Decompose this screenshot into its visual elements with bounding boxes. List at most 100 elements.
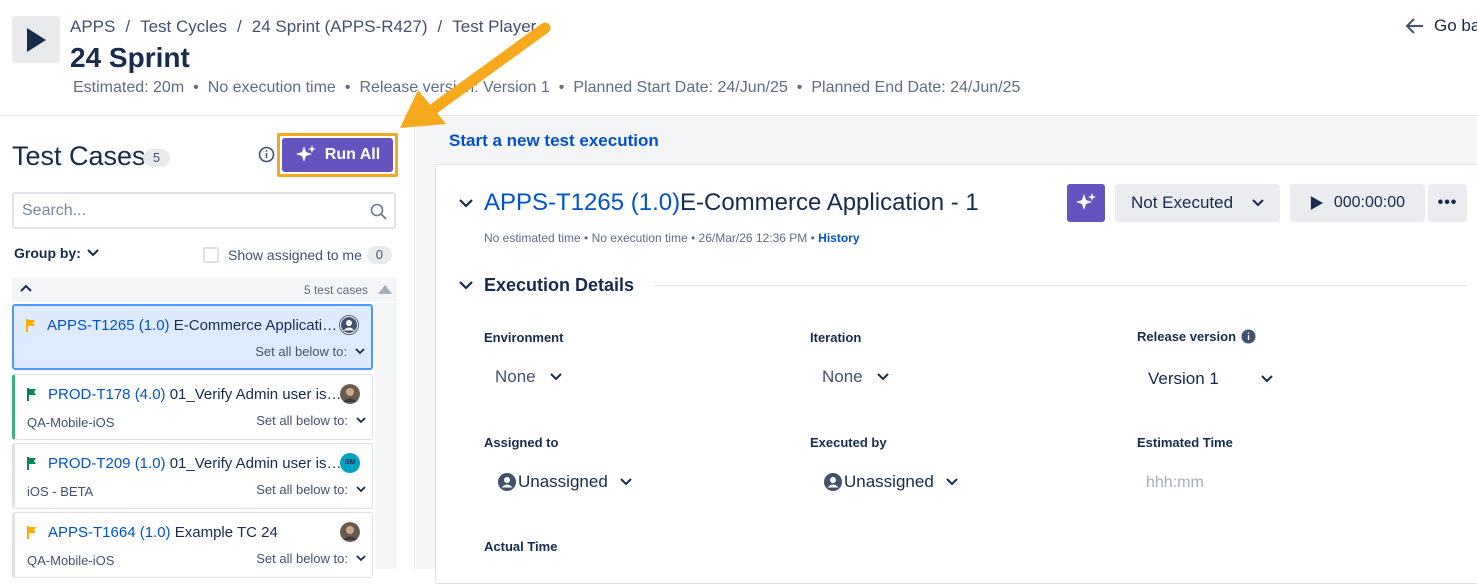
info-filled-icon[interactable] <box>1241 329 1256 344</box>
chevron-down-icon <box>87 249 99 257</box>
chevron-down-icon <box>356 417 366 424</box>
test-case-name: E-Commerce Application - 1 <box>173 317 342 334</box>
test-player-icon <box>12 16 60 63</box>
no-estimated-time: No estimated time <box>484 231 581 245</box>
execution-area: Start a new test execution APPS-T1265 (1… <box>416 117 1477 584</box>
set-all-below-dropdown[interactable]: Set all below to: <box>256 551 366 566</box>
chevron-down-icon <box>355 348 365 355</box>
breadcrumb-cycle[interactable]: 24 Sprint (APPS-R427) <box>252 17 428 36</box>
test-case-name: 01_Verify Admin user is able to login <box>169 386 343 403</box>
sparkle-icon <box>1076 193 1096 210</box>
set-all-below-dropdown[interactable]: Set all below to: <box>255 344 365 359</box>
test-case-key[interactable]: APPS-T1265 (1.0) <box>47 317 170 334</box>
go-back-label: Go ba <box>1434 16 1477 35</box>
scroll-up-arrow[interactable] <box>378 285 392 294</box>
environment-value: None <box>495 367 536 386</box>
set-all-below-dropdown[interactable]: Set all below to: <box>256 482 366 497</box>
environment-label: Environment <box>484 330 564 345</box>
actual-time-label: Actual Time <box>484 539 558 554</box>
execution-test-key[interactable]: APPS-T1265 (1.0) <box>484 189 680 217</box>
test-case-card[interactable]: APPS-T1265 (1.0) E-Commerce Application … <box>12 304 373 370</box>
execution-test-name: E-Commerce Application - 1 <box>680 189 979 216</box>
play-icon <box>1310 196 1323 210</box>
timer-value: 000:00:00 <box>1333 194 1405 211</box>
test-case-title: PROD-T209 (1.0) 01_Verify Admin user is … <box>48 455 343 472</box>
test-case-name: Example TC 24 <box>174 524 278 541</box>
test-case-environment: QA-Mobile-iOS <box>27 553 115 568</box>
search-box <box>12 192 396 229</box>
chevron-up-icon[interactable] <box>20 284 32 292</box>
chevron-down-icon <box>356 555 366 562</box>
no-execution-time: No execution time <box>591 231 688 245</box>
group-by-dropdown[interactable]: Group by: <box>14 245 99 261</box>
planned-end-meta: Planned End Date: 24/Jun/25 <box>811 79 1021 96</box>
run-all-label: Run All <box>324 146 381 163</box>
test-case-title: APPS-T1265 (1.0) E-Commerce Application … <box>47 317 342 334</box>
test-case-environment: QA-Mobile-iOS <box>27 415 115 430</box>
environment-select[interactable]: None <box>495 367 562 387</box>
chevron-down-icon <box>549 373 562 381</box>
user-avatar-icon <box>340 384 360 404</box>
page-header: APPS / Test Cycles/24 Sprint (APPS-R427) / T… <box>0 0 1477 116</box>
test-case-key[interactable]: PROD-T178 (4.0) <box>48 386 166 403</box>
release-version-select[interactable]: Version 1 <box>1148 369 1273 389</box>
user-avatar-icon <box>339 315 359 335</box>
page-title: 24 Sprint <box>70 42 190 73</box>
run-all-button[interactable]: Run All <box>282 138 393 172</box>
test-case-key[interactable]: PROD-T209 (1.0) <box>48 455 166 472</box>
timer-button[interactable]: 000:00:00 <box>1290 184 1425 222</box>
planned-start-meta: Planned Start Date: 24/Jun/25 <box>573 79 788 96</box>
iteration-select[interactable]: None <box>822 367 889 387</box>
search-input[interactable] <box>22 194 362 227</box>
list-scrollbar[interactable] <box>375 303 397 569</box>
chevron-down-icon[interactable] <box>459 281 473 290</box>
flag-icon <box>27 388 36 401</box>
execution-meta: No estimated time • No execution time • … <box>484 231 860 245</box>
test-cases-count-badge: 5 <box>143 149 170 167</box>
user-avatar-initials: SM <box>340 453 360 473</box>
release-version-value: Version 1 <box>1148 369 1219 388</box>
breadcrumb-test-cycles[interactable]: Test Cycles <box>140 17 227 36</box>
test-case-title: APPS-T1664 (1.0) Example TC 24 <box>48 524 343 541</box>
start-new-execution-link[interactable]: Start a new test execution <box>449 131 659 151</box>
info-icon[interactable] <box>258 146 275 163</box>
flag-icon <box>27 526 36 539</box>
set-all-label: Set all below to: <box>256 413 348 428</box>
show-assigned-checkbox[interactable] <box>203 247 219 263</box>
execution-card: APPS-T1265 (1.0) E-Commerce Application … <box>435 164 1477 584</box>
assigned-to-select[interactable]: Unassigned <box>498 472 632 492</box>
assigned-count-badge: 0 <box>366 246 392 264</box>
test-case-card[interactable]: PROD-T178 (4.0) 01_Verify Admin user is … <box>12 374 373 440</box>
executed-by-select[interactable]: Unassigned <box>824 472 958 492</box>
list-count: 5 test cases <box>303 283 368 297</box>
test-case-card[interactable]: PROD-T209 (1.0) 01_Verify Admin user is … <box>12 443 373 509</box>
release-version-label-text: Release version <box>1137 329 1237 344</box>
show-assigned-toggle: Show assigned to me 0 <box>203 246 392 264</box>
assigned-to-label: Assigned to <box>484 435 559 450</box>
go-back-button[interactable]: Go ba <box>1406 16 1477 36</box>
search-icon <box>370 203 387 220</box>
user-icon <box>498 473 516 491</box>
estimated-time-input[interactable]: hhh:mm <box>1146 474 1204 492</box>
test-case-key[interactable]: APPS-T1664 (1.0) <box>48 524 171 541</box>
set-all-below-dropdown[interactable]: Set all below to: <box>256 413 366 428</box>
breadcrumb-project[interactable]: APPS <box>70 17 115 36</box>
execution-details-title: Execution Details <box>484 275 635 295</box>
history-link[interactable]: History <box>818 231 859 245</box>
chevron-down-icon <box>620 478 632 486</box>
group-by-label: Group by: <box>14 245 81 261</box>
more-actions-button[interactable]: ••• <box>1428 184 1467 222</box>
chevron-down-icon <box>946 478 958 486</box>
chevron-down-icon <box>356 486 366 493</box>
iteration-value: None <box>822 367 863 386</box>
execution-status-label: Not Executed <box>1131 193 1234 212</box>
chevron-down-icon <box>1252 199 1264 207</box>
flag-icon <box>26 319 35 332</box>
execution-status-dropdown[interactable]: Not Executed <box>1115 184 1280 222</box>
test-case-card[interactable]: APPS-T1664 (1.0) Example TC 24 QA-Mobile… <box>12 512 373 578</box>
set-all-label: Set all below to: <box>256 482 348 497</box>
chevron-down-icon[interactable] <box>459 199 473 208</box>
set-all-label: Set all below to: <box>256 551 348 566</box>
set-all-label: Set all below to: <box>255 344 347 359</box>
ai-assist-button[interactable] <box>1067 184 1105 222</box>
